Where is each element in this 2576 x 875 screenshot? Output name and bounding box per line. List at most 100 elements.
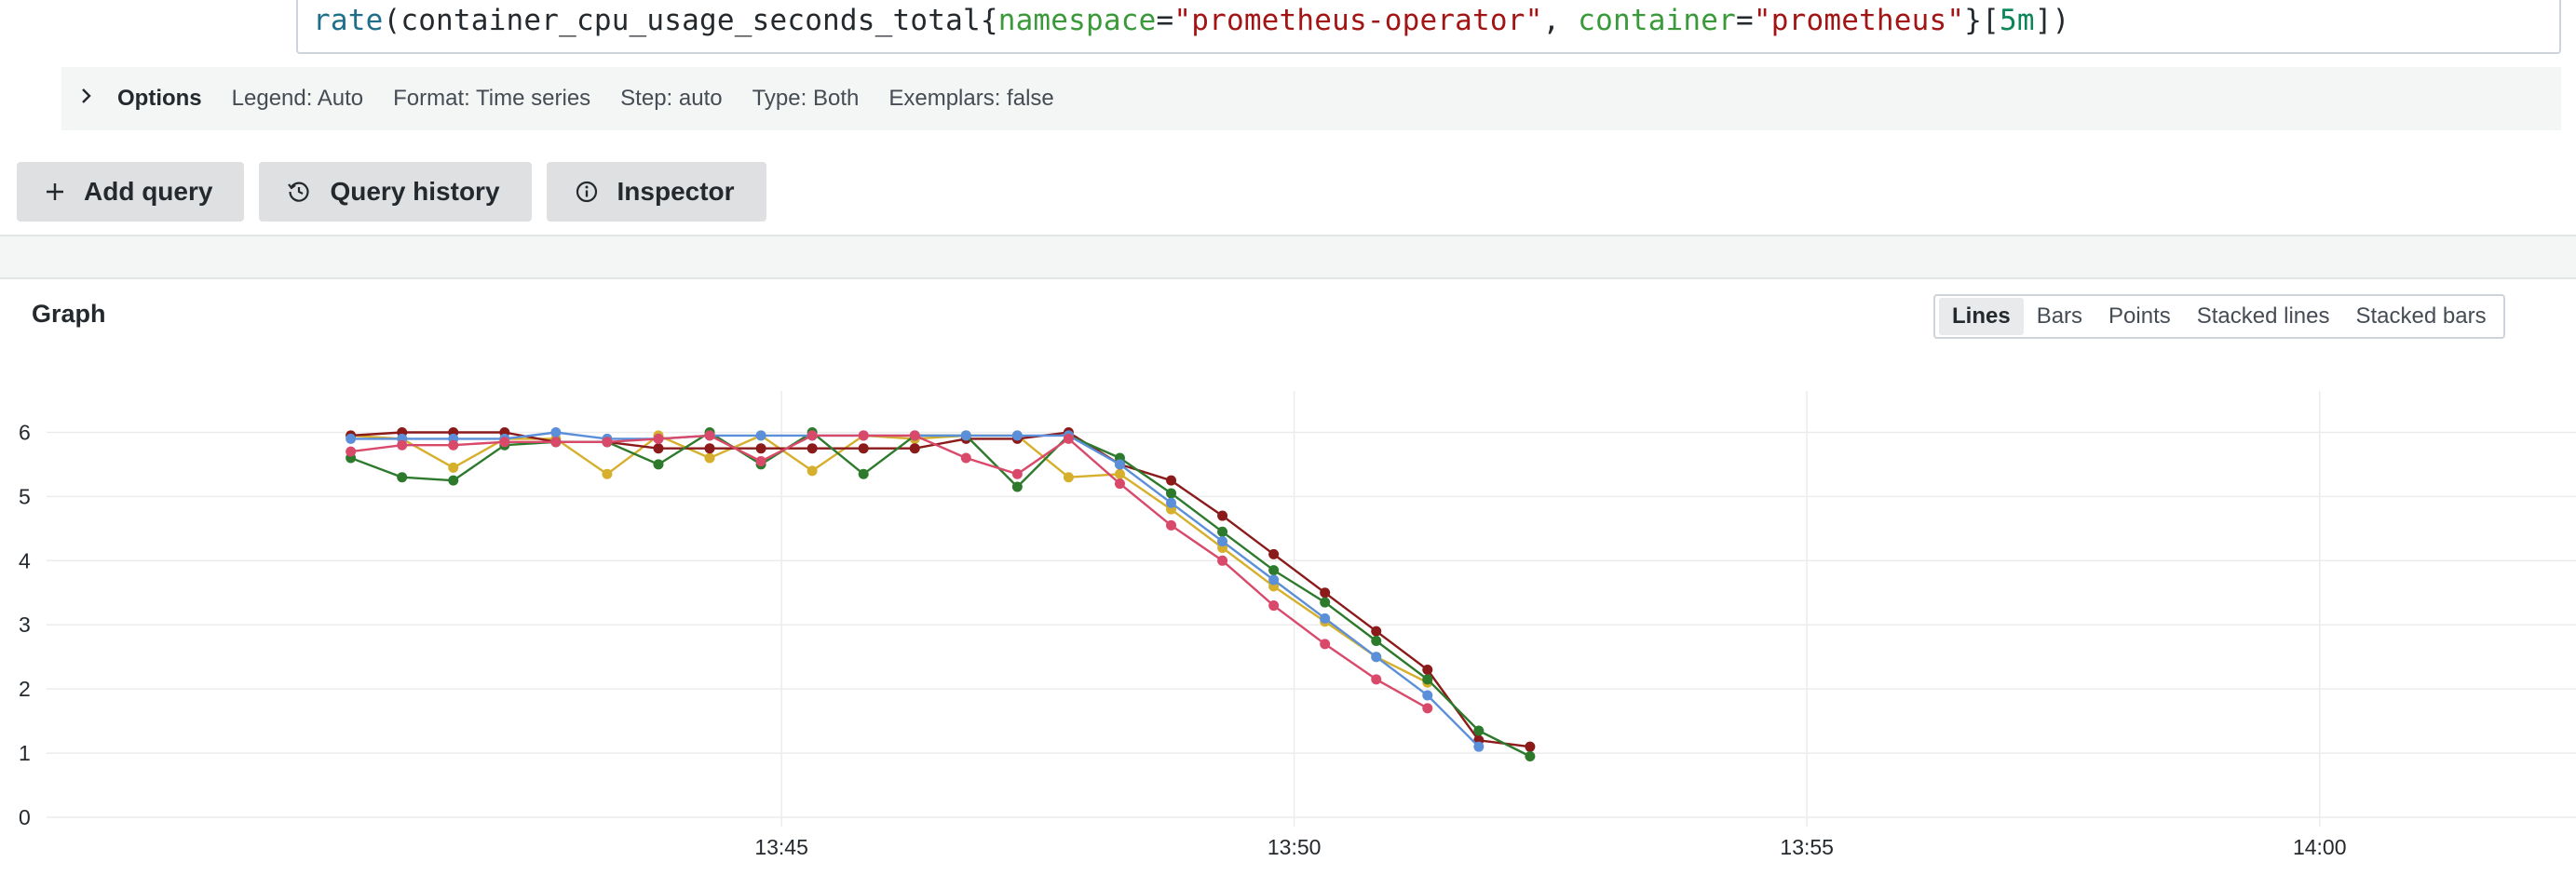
- series-point: [1268, 600, 1280, 612]
- series-point: [755, 430, 766, 441]
- series-point: [1320, 597, 1331, 608]
- add-query-label: Add query: [84, 177, 213, 206]
- series-point: [1114, 468, 1125, 479]
- query-token: container: [1578, 4, 1737, 37]
- query-token: 5m: [2000, 4, 2035, 37]
- graph-panel: 0 1 2 3 4 5 6 13:45 13:50 13:55 14:00 Graph Lines B…: [0, 277, 2576, 875]
- series-point: [960, 430, 971, 441]
- query-token: }[: [1964, 4, 2000, 37]
- series-point: [1371, 626, 1382, 637]
- series-point: [1422, 690, 1433, 701]
- series-line: [350, 434, 1429, 684]
- series-point: [499, 437, 510, 448]
- series-line: [350, 431, 1480, 748]
- query-token: ]): [2034, 4, 2070, 37]
- series-point: [704, 430, 715, 441]
- series-point: [1114, 478, 1125, 490]
- step-option: Step: auto: [620, 86, 723, 111]
- series-point: [909, 430, 920, 441]
- exemplars-option: Exemplars: false: [888, 86, 1054, 111]
- query-expression[interactable]: rate(container_cpu_usage_seconds_total{n…: [313, 4, 2069, 37]
- inspector-button[interactable]: Inspector: [546, 162, 766, 222]
- history-icon: [287, 180, 311, 204]
- series-point: [1114, 459, 1125, 470]
- query-token: namespace: [997, 4, 1157, 37]
- query-token: "prometheus-operator": [1173, 4, 1543, 37]
- view-mode-stacked-bars[interactable]: Stacked bars: [2343, 298, 2500, 335]
- series-point: [1217, 510, 1228, 521]
- series-point: [1268, 565, 1280, 576]
- y-tick-label: 4: [19, 548, 31, 572]
- series-point: [1525, 741, 1536, 752]
- y-tick-label: 5: [19, 484, 31, 508]
- view-mode-bars[interactable]: Bars: [2024, 298, 2095, 335]
- series-point: [1371, 652, 1382, 663]
- query-panel: rate(container_cpu_usage_seconds_total{n…: [0, 0, 2576, 236]
- series-point: [1268, 574, 1280, 586]
- legend-option: Legend: Auto: [231, 86, 364, 111]
- query-token: =: [1156, 4, 1174, 37]
- inspector-label: Inspector: [617, 177, 735, 206]
- series-point: [346, 446, 357, 457]
- query-history-button[interactable]: Query history: [259, 162, 532, 222]
- series-point: [1320, 612, 1331, 624]
- series-line: [350, 434, 1429, 709]
- x-tick-label: 13:50: [1268, 835, 1322, 859]
- query-editor[interactable]: rate(container_cpu_usage_seconds_total{n…: [296, 0, 2561, 54]
- series-point: [397, 439, 408, 451]
- series-point: [653, 433, 664, 444]
- series-point: [550, 426, 562, 438]
- series-point: [1063, 433, 1074, 444]
- series-point: [1217, 526, 1228, 537]
- series-point: [602, 437, 613, 448]
- series-point: [448, 475, 459, 486]
- y-tick-label: 0: [19, 805, 31, 829]
- x-tick-label: 14:00: [2293, 835, 2347, 859]
- query-actions: Add query Query history Inspector: [17, 162, 766, 222]
- time-series-chart[interactable]: 0 1 2 3 4 5 6 13:45 13:50 13:55 14:00: [0, 279, 2576, 868]
- series-line: [350, 431, 1531, 748]
- series-point: [755, 443, 766, 454]
- series-point: [1422, 703, 1433, 714]
- series-point: [653, 443, 664, 454]
- query-token: (container_cpu_usage_seconds_total{: [383, 4, 998, 37]
- series-point: [1320, 639, 1331, 650]
- series-point: [1011, 481, 1023, 492]
- graph-view-mode-switch[interactable]: Lines Bars Points Stacked lines Stacked bars: [1933, 294, 2505, 339]
- info-icon: [575, 180, 599, 204]
- series-point: [448, 439, 459, 451]
- series-point: [858, 430, 869, 441]
- series-point: [1217, 555, 1228, 566]
- series-point: [858, 468, 869, 479]
- y-tick-label: 1: [19, 741, 31, 765]
- series-point: [807, 465, 818, 477]
- series-point: [704, 443, 715, 454]
- view-mode-points[interactable]: Points: [2095, 298, 2184, 335]
- query-options-row[interactable]: Options Legend: Auto Format: Time series…: [61, 67, 2561, 130]
- view-mode-lines[interactable]: Lines: [1939, 298, 2024, 335]
- series-point: [1063, 472, 1074, 483]
- y-tick-label: 6: [19, 420, 31, 444]
- series-point: [1422, 664, 1433, 675]
- add-query-button[interactable]: Add query: [17, 162, 245, 222]
- graph-title: Graph: [32, 300, 106, 328]
- query-token: =: [1736, 4, 1754, 37]
- series-point: [704, 452, 715, 464]
- query-history-label: Query history: [330, 177, 500, 206]
- series-line: [350, 431, 1531, 758]
- options-title[interactable]: Options: [117, 86, 202, 112]
- series-point: [909, 443, 920, 454]
- series-point: [1268, 548, 1280, 559]
- query-token: "prometheus": [1753, 4, 1965, 37]
- series-point: [1166, 519, 1177, 531]
- series-point: [550, 437, 562, 448]
- view-mode-stacked-lines[interactable]: Stacked lines: [2184, 298, 2343, 335]
- x-tick-label: 13:45: [754, 835, 808, 859]
- chevron-right-icon[interactable]: [80, 86, 117, 112]
- series-point: [1422, 674, 1433, 685]
- query-token: ,: [1542, 4, 1579, 37]
- series-point: [1371, 635, 1382, 646]
- series-point: [1371, 674, 1382, 685]
- series-point: [1166, 488, 1177, 499]
- series-point: [755, 455, 766, 466]
